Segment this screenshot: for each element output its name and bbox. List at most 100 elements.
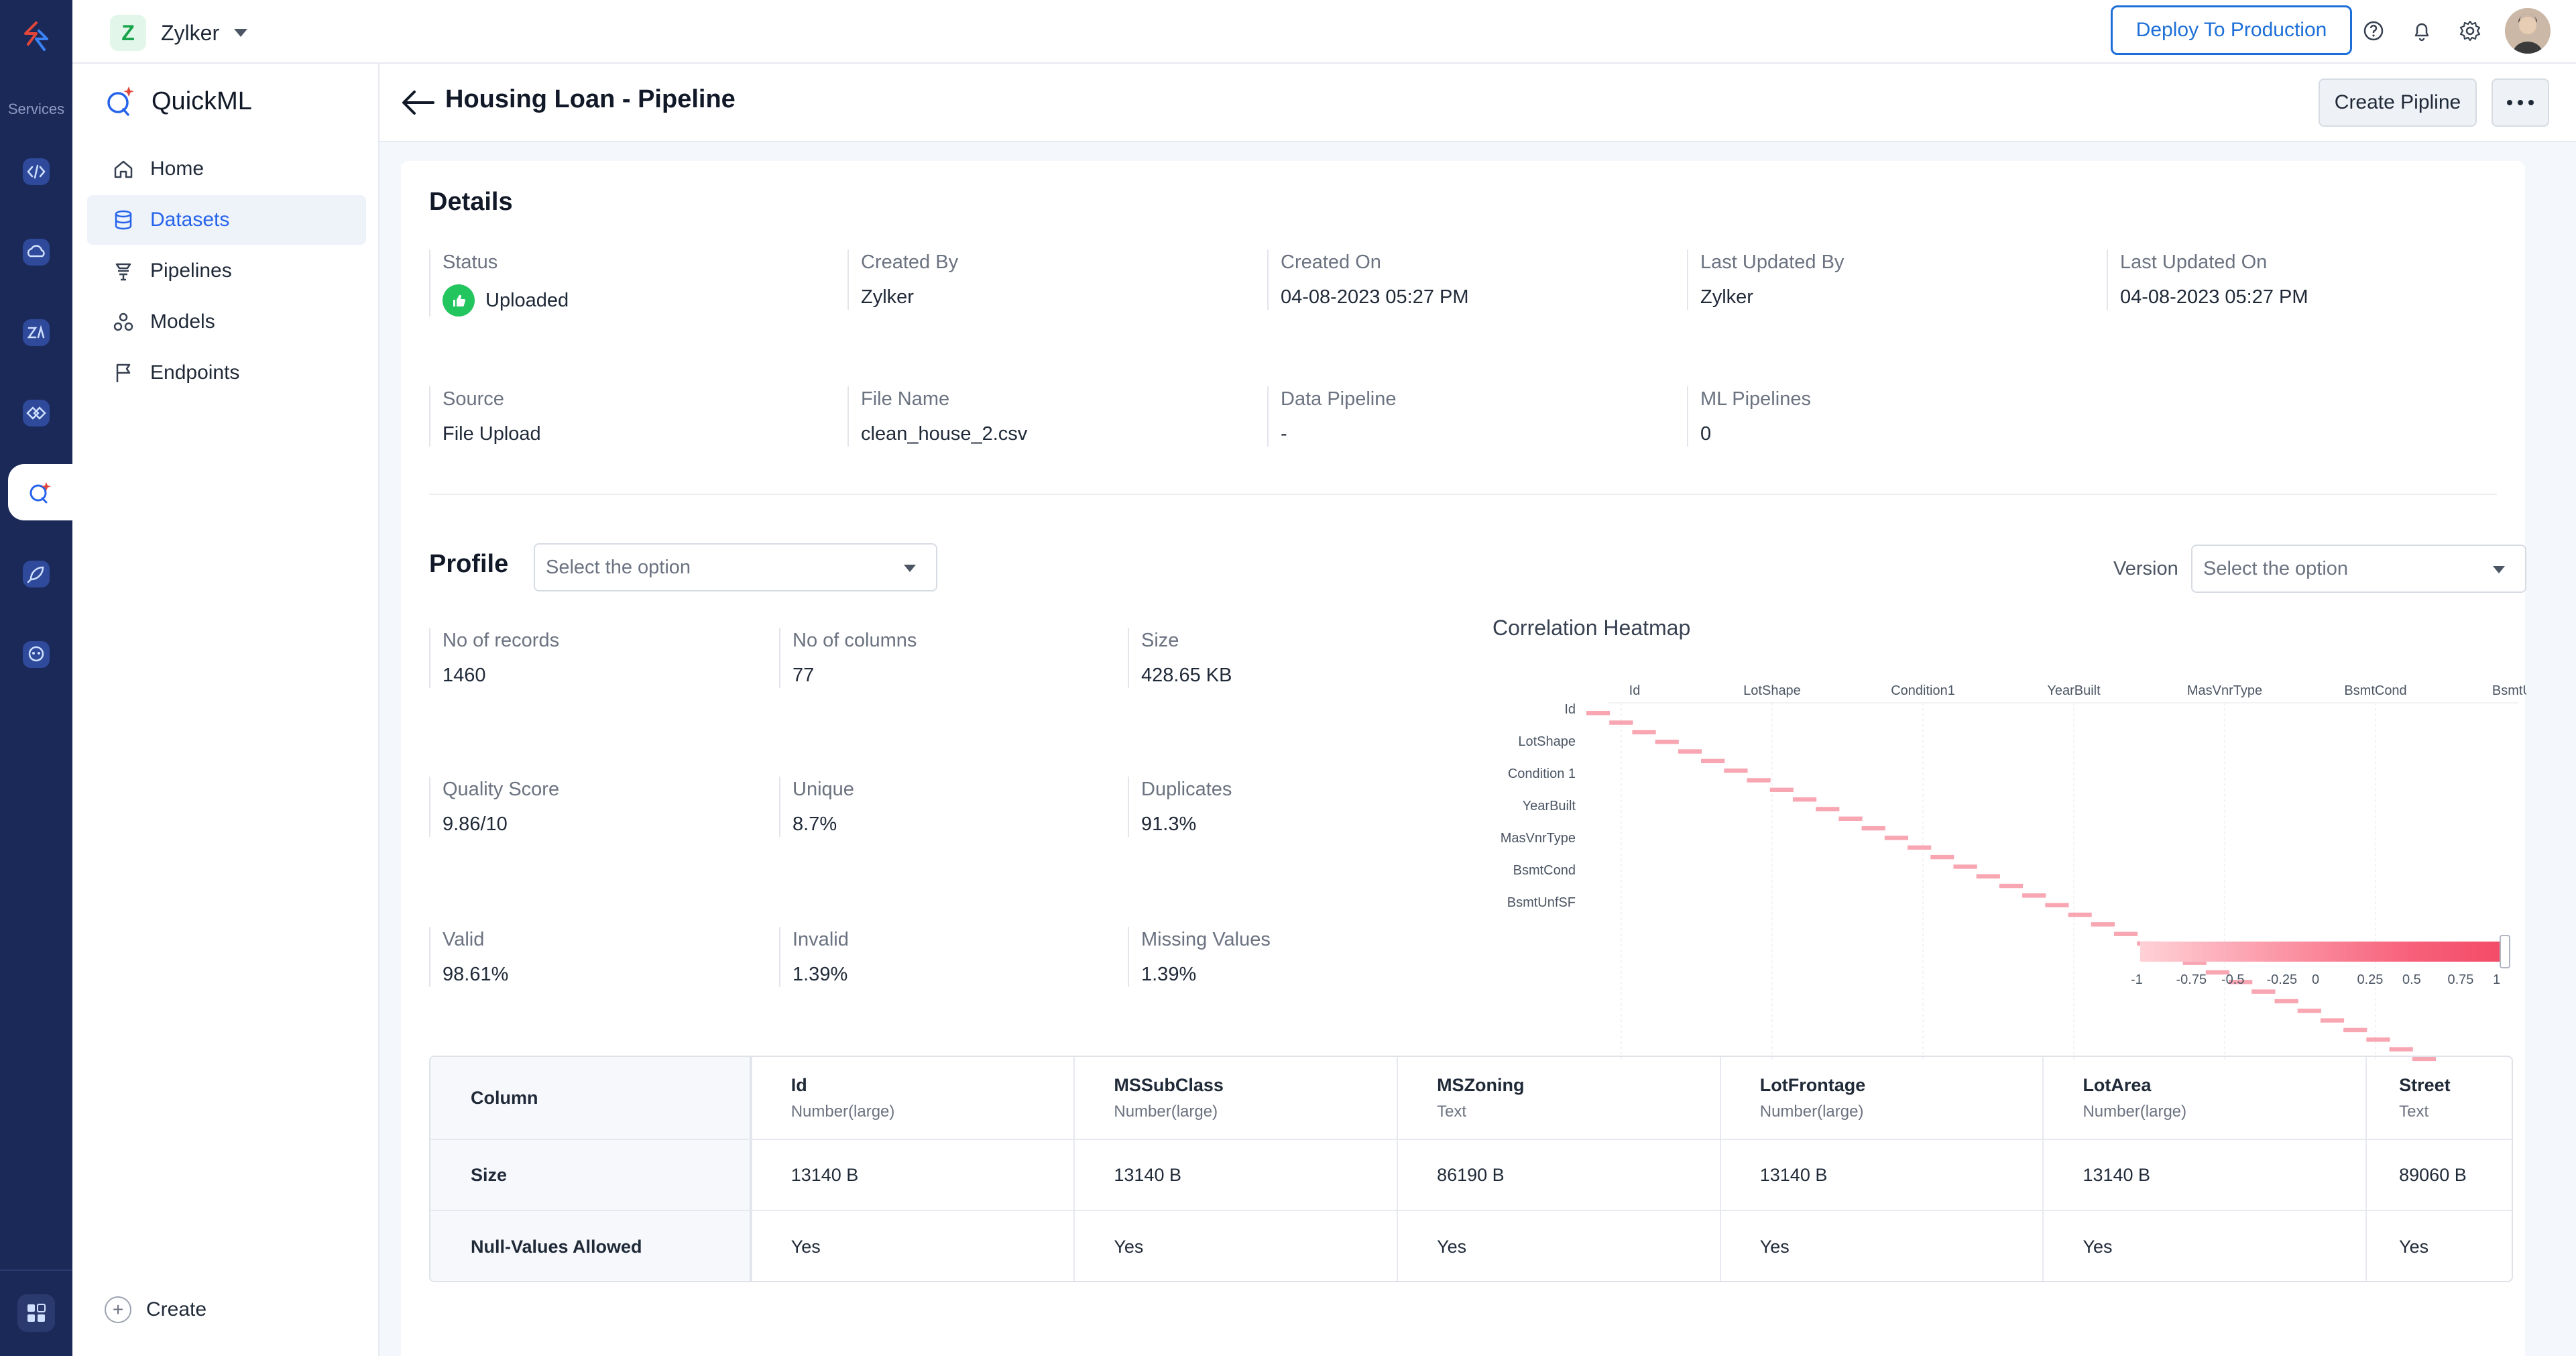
profile-select[interactable]: Select the option [534, 543, 937, 591]
legend-tick-label: 0.25 [2357, 972, 2384, 987]
quality-stat: Quality Score 9.86/10 [429, 777, 764, 837]
valid-value: 98.61% [443, 964, 509, 985]
deploy-to-production-button[interactable]: Deploy To Production [2111, 5, 2352, 55]
create-button[interactable]: + Create [105, 1296, 207, 1323]
top-bar: Z Zylker Deploy To Production [72, 0, 2576, 64]
valid-stat: Valid 98.61% [429, 927, 764, 987]
table-cell: 13140 B [1075, 1140, 1399, 1210]
rail-service-serverless[interactable] [17, 153, 55, 190]
null-value: Yes [1759, 1236, 1790, 1257]
heatmap-x-label: YearBuilt [2047, 683, 2101, 698]
last-updated-on-value: 04-08-2023 05:27 PM [2120, 286, 2308, 308]
size-value: 86190 B [1437, 1164, 1505, 1185]
more-options-button[interactable] [2492, 78, 2549, 127]
bell-icon[interactable] [2408, 17, 2435, 44]
created-by-label: Created By [861, 251, 959, 273]
rail-service-integration[interactable] [17, 394, 55, 432]
last-updated-by-label: Last Updated By [1700, 251, 1845, 273]
table-cell: 13140 B [752, 1140, 1075, 1210]
table-cell: Yes [1398, 1211, 1721, 1281]
create-pipeline-button[interactable]: Create Pipline [2319, 78, 2477, 127]
rail-divider [0, 1269, 72, 1271]
created-by-value: Zylker [861, 286, 914, 308]
rail-service-bot[interactable] [17, 636, 55, 673]
unique-label: Unique [793, 779, 854, 800]
column-header: Id Number(large) [752, 1057, 1075, 1139]
gear-icon[interactable] [2457, 17, 2483, 44]
rail-service-cloud[interactable] [17, 233, 55, 271]
table-cell: Yes [2367, 1211, 2512, 1281]
arrow-left-icon[interactable] [400, 88, 436, 117]
section-divider [429, 494, 2497, 495]
table-cell: Yes [2044, 1211, 2367, 1281]
file-name-field: File Name clean_house_2.csv [847, 386, 1263, 447]
nav-item-pipelines[interactable]: Pipelines [87, 246, 366, 296]
nav-item-models[interactable]: Models [87, 297, 366, 347]
heatmap-y-label: BsmtUnfSF [1507, 895, 1576, 910]
column-type: Number(large) [791, 1102, 895, 1121]
nav-item-label: Pipelines [150, 260, 232, 282]
rail-service-quickml[interactable] [8, 464, 72, 520]
page-title: Housing Loan - Pipeline [445, 85, 736, 113]
heatmap-cell [1999, 883, 2024, 889]
nav-item-endpoints[interactable]: Endpoints [87, 348, 366, 398]
apps-grid-button[interactable] [17, 1294, 55, 1332]
service-rail: Services [0, 0, 72, 1356]
unique-value: 8.7% [793, 813, 837, 835]
table-cell: 13140 B [2044, 1140, 2367, 1210]
duplicates-label: Duplicates [1141, 779, 1232, 800]
rail-service-deploy[interactable] [17, 555, 55, 593]
heatmap-y-label: LotShape [1518, 734, 1576, 749]
column-header: MSZoning Text [1398, 1057, 1721, 1139]
heatmap-title: Correlation Heatmap [1492, 616, 1691, 640]
column-name: Street [2399, 1074, 2451, 1095]
created-by-field: Created By Zylker [847, 249, 1263, 310]
user-avatar[interactable] [2505, 8, 2551, 54]
heatmap-cell [1655, 739, 1679, 744]
rocket-service-icon [23, 561, 50, 587]
left-navigation: QuickML Home Datasets Pipelines Models E… [72, 64, 379, 1356]
legend-slider-handle[interactable] [2500, 935, 2510, 968]
catalyst-logo-icon[interactable] [16, 17, 56, 58]
legend-tick-label: -0.75 [2176, 972, 2207, 987]
profile-select-placeholder: Select the option [546, 556, 691, 578]
records-value: 1460 [443, 665, 486, 686]
brand-name: QuickML [152, 87, 252, 115]
legend-tick-label: -0.5 [2221, 972, 2245, 987]
heatmap-cell [1838, 816, 1863, 822]
heatmap-y-label: Id [1564, 702, 1576, 717]
thumbs-up-icon [443, 284, 475, 317]
org-switcher[interactable]: Z Zylker [110, 15, 248, 51]
legend-tick-label: 0.75 [2447, 972, 2474, 987]
size-stat: Size 428.65 KB [1128, 628, 1463, 688]
flag-icon [116, 363, 131, 382]
apps-grid-icon [27, 1304, 46, 1322]
column-header: LotArea Number(large) [2044, 1057, 2367, 1139]
nav-item-datasets[interactable]: Datasets [87, 195, 366, 245]
row-header-size: Size [430, 1140, 752, 1210]
table-row: Null-Values Allowed Yes Yes Yes Yes Yes … [430, 1211, 2512, 1281]
home-icon [114, 160, 133, 178]
heatmap-y-label: Condition 1 [1508, 767, 1576, 781]
version-select[interactable]: Select the option [2191, 545, 2526, 593]
size-value: 89060 B [2399, 1164, 2467, 1185]
heatmap-cell [1724, 768, 1748, 773]
heatmap-x-label: Condition1 [1891, 683, 1955, 698]
data-pipeline-value: - [1281, 423, 1287, 445]
more-dot-icon [2528, 100, 2534, 105]
heatmap-cell [2389, 1047, 2413, 1052]
rail-service-zia[interactable] [17, 314, 55, 351]
database-icon [115, 210, 132, 230]
nav-item-home[interactable]: Home [87, 144, 366, 194]
column-type: Text [2399, 1102, 2429, 1121]
source-value: File Upload [443, 423, 541, 445]
legend-tick-label: 0 [2312, 972, 2320, 987]
details-heading: Details [429, 188, 513, 216]
help-icon[interactable] [2360, 17, 2387, 44]
heatmap-cell [2113, 931, 2138, 936]
heatmap-legend-bar [2140, 942, 2502, 962]
version-label: Version [2113, 558, 2178, 579]
heatmap-cell [1908, 845, 1932, 850]
column-type: Number(large) [2083, 1102, 2187, 1121]
size-label: Size [1141, 630, 1179, 651]
